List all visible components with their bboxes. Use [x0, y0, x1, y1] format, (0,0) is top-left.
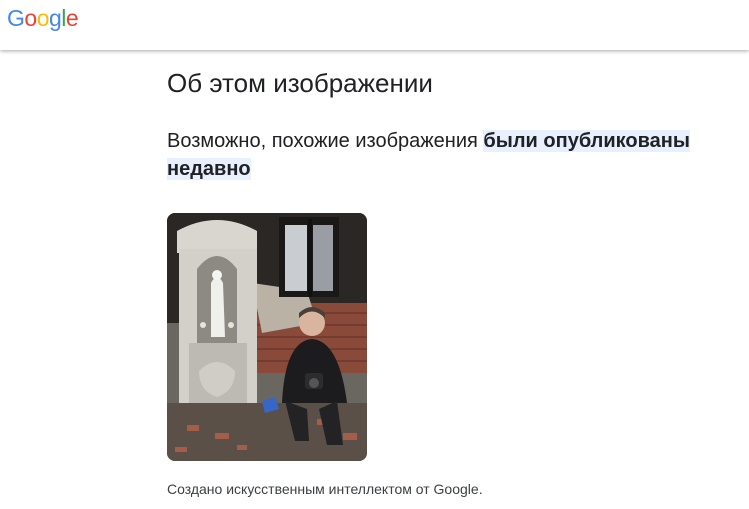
top-bar: Google: [0, 0, 749, 50]
ai-generated-caption: Создано искусственным интеллектом от Goo…: [167, 481, 483, 497]
logo-letter: e: [65, 5, 79, 31]
about-image-summary: Возможно, похожие изображения были опубл…: [167, 127, 737, 183]
logo-letter: g: [48, 5, 62, 31]
page-title: Об этом изображении: [167, 68, 433, 98]
summary-text: Возможно, похожие изображения: [167, 130, 484, 152]
main-content: Об этом изображении Возможно, похожие из…: [167, 66, 737, 497]
result-image[interactable]: [167, 213, 367, 461]
logo-letter: G: [7, 5, 25, 31]
photo-illustration: [167, 213, 367, 461]
logo-letter: o: [24, 5, 37, 31]
google-logo[interactable]: Google: [7, 5, 79, 32]
logo-letter: o: [36, 5, 50, 31]
